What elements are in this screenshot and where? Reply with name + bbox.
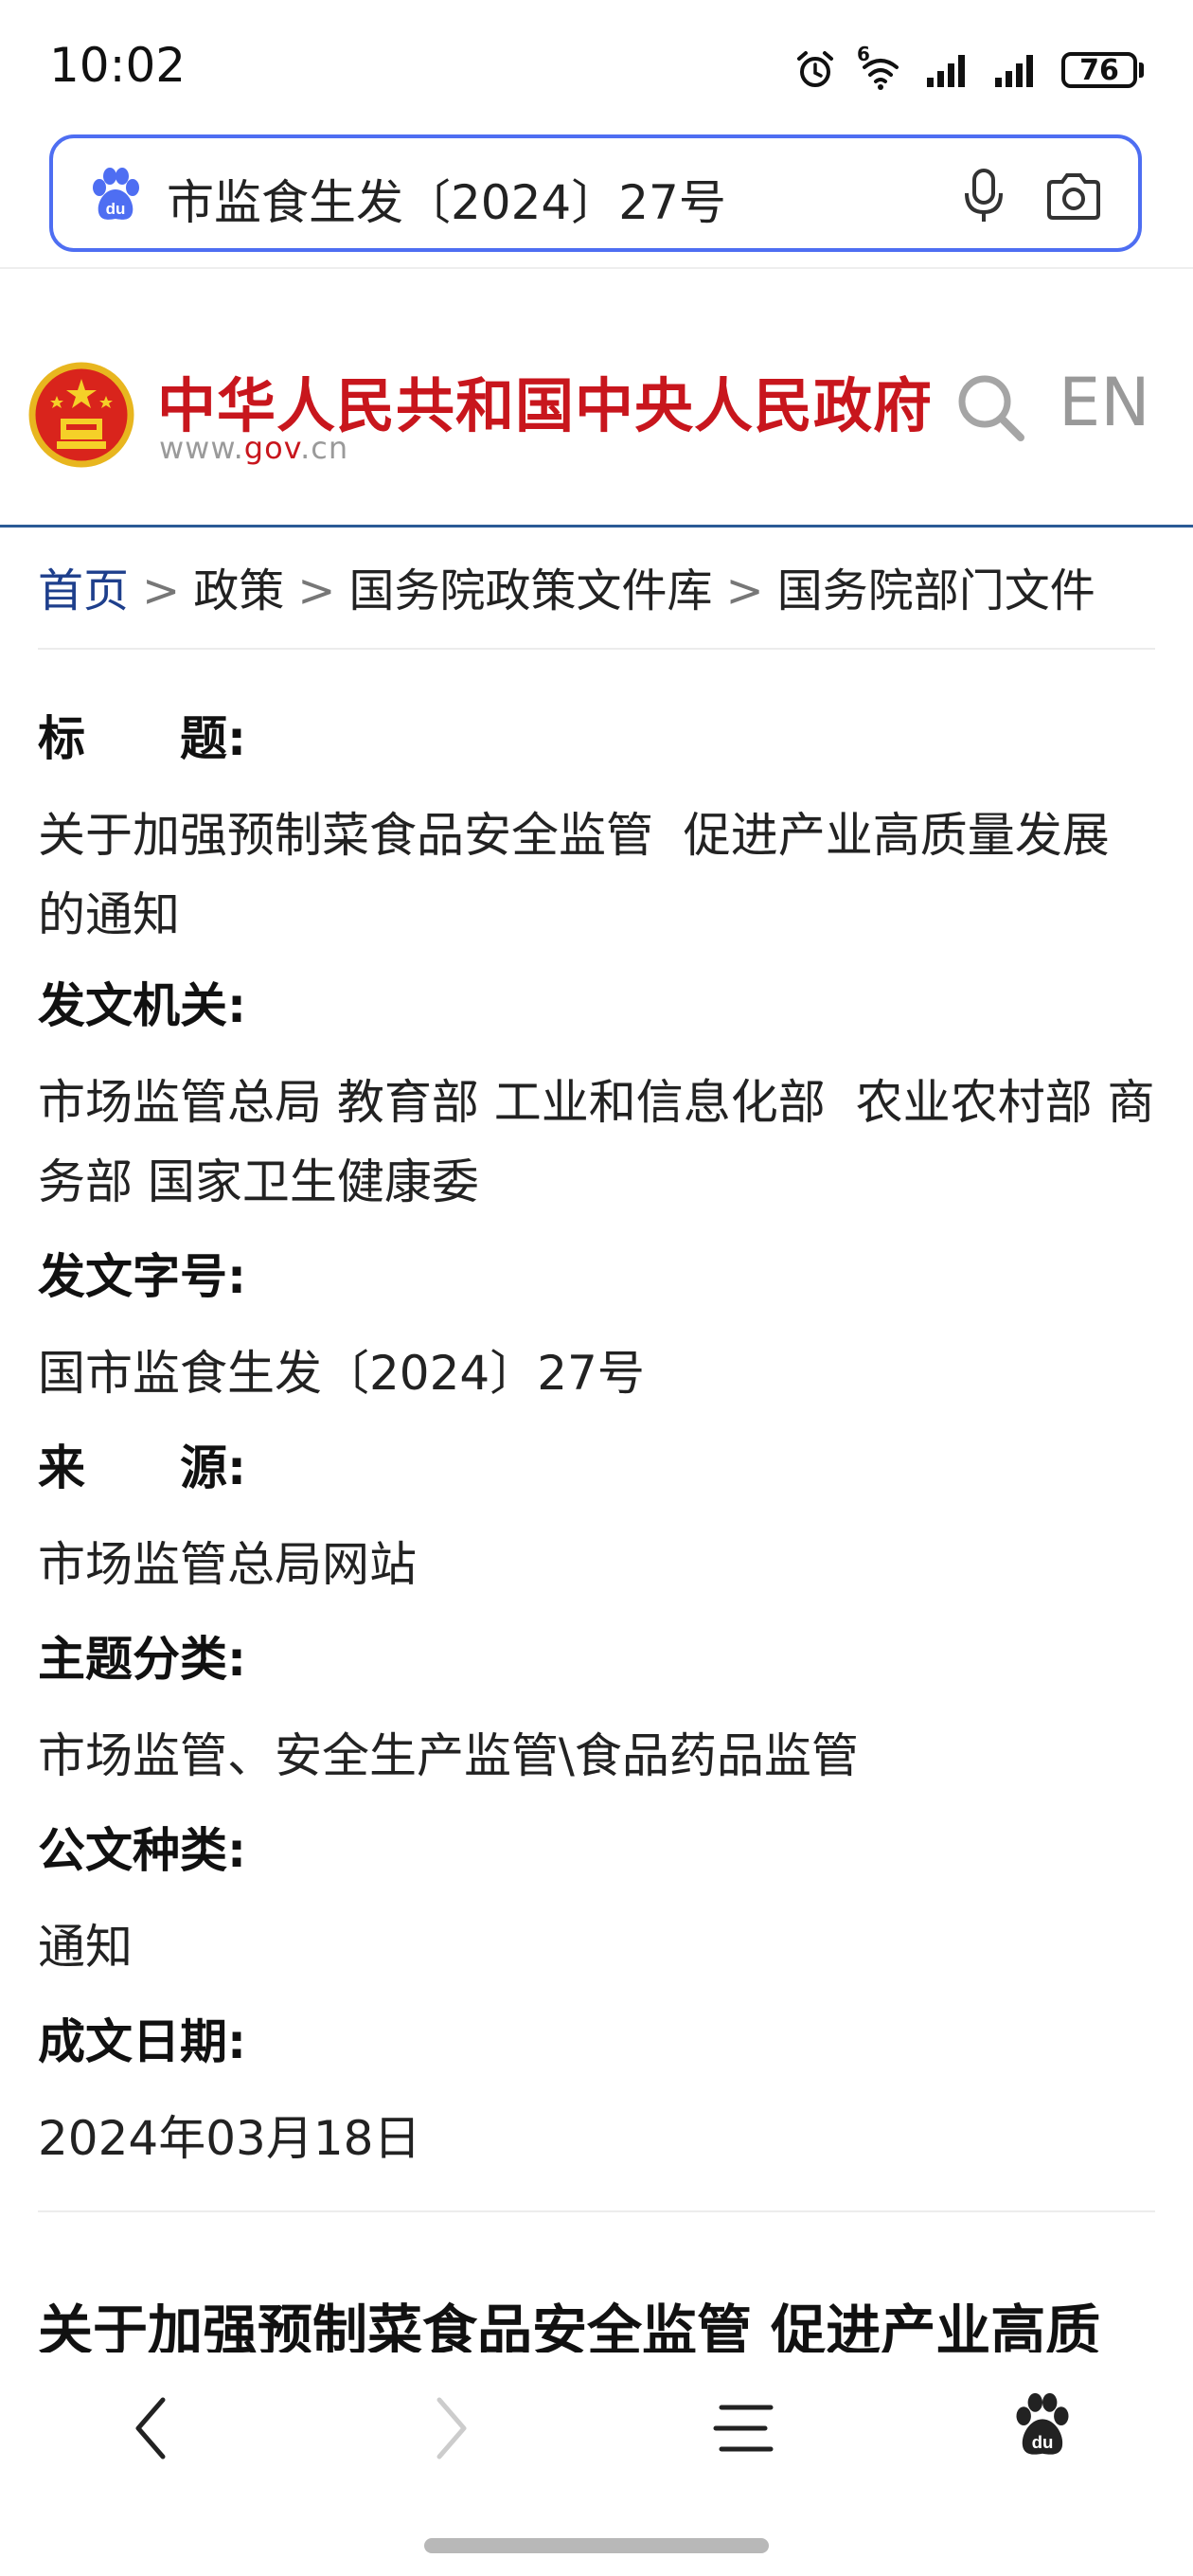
field-label-issuer: 发文机关: — [38, 978, 246, 1033]
home-indicator[interactable] — [424, 2538, 769, 2553]
status-bar: 10:02 6 76 — [0, 0, 1193, 123]
national-emblem-icon[interactable] — [28, 362, 134, 470]
microphone-icon[interactable] — [960, 167, 1007, 225]
breadcrumb-separator: > — [725, 564, 764, 617]
camera-icon[interactable] — [1045, 167, 1102, 224]
baidu-paw-icon: du — [93, 168, 139, 220]
battery-level: 76 — [1061, 52, 1137, 88]
field-value-source: 市场监管总局网站 — [38, 1537, 417, 1592]
search-input[interactable]: 市监食生发〔2024〕27号 — [167, 165, 726, 233]
breadcrumb-policy-library[interactable]: 国务院政策文件库 — [348, 564, 712, 617]
field-label-source: 来 源: — [38, 1440, 246, 1495]
header-divider — [0, 525, 1193, 528]
svg-text:du: du — [106, 200, 126, 218]
signal-icon-1 — [927, 55, 965, 87]
status-time: 10:02 — [49, 38, 187, 93]
back-icon[interactable] — [123, 2390, 180, 2466]
svg-text:du: du — [1032, 2432, 1054, 2452]
breadcrumb-separator: > — [297, 564, 336, 617]
field-value-category: 市场监管、安全生产监管\食品药品监管 — [38, 1728, 859, 1783]
network-generation: 6 — [857, 43, 870, 65]
breadcrumb-department-docs[interactable]: 国务院部门文件 — [777, 564, 1095, 617]
field-value-doc-number: 国市监食生发〔2024〕27号 — [38, 1346, 645, 1401]
field-value-issuer: 市场监管总局 教育部 工业和信息化部 农业农村部 商务部 国家卫生健康委 — [38, 1075, 1155, 1209]
forward-icon[interactable] — [422, 2390, 479, 2466]
site-url: www.gov.cn — [159, 430, 349, 466]
divider — [38, 2210, 1155, 2212]
signal-icon-2 — [995, 55, 1033, 87]
breadcrumb-home[interactable]: 首页 — [38, 564, 129, 617]
battery-icon: 76 — [1061, 52, 1144, 88]
field-label-date: 成文日期: — [38, 2014, 246, 2069]
baidu-home-icon[interactable]: du — [1011, 2390, 1074, 2460]
field-value-doc-type: 通知 — [38, 1920, 133, 1975]
breadcrumb-policy[interactable]: 政策 — [193, 564, 284, 617]
field-label-category: 主题分类: — [38, 1632, 246, 1687]
field-value-date: 2024年03月18日 — [38, 2111, 421, 2166]
breadcrumb-separator: > — [142, 564, 181, 617]
breadcrumb: 首页 > 政策 > 国务院政策文件库 > 国务院部门文件 — [38, 553, 1095, 619]
wifi-indicator: 6 — [857, 43, 904, 92]
menu-icon[interactable] — [712, 2390, 778, 2466]
divider — [0, 267, 1193, 269]
field-label-doc-number: 发文字号: — [38, 1249, 246, 1304]
language-toggle[interactable]: EN — [1059, 364, 1150, 441]
field-label-doc-type: 公文种类: — [38, 1823, 246, 1878]
field-label-title: 标 题: — [38, 711, 246, 766]
search-bar[interactable]: du 市监食生发〔2024〕27号 — [49, 134, 1142, 252]
divider — [38, 648, 1155, 650]
status-icons: 6 76 — [794, 42, 1144, 98]
search-icon[interactable] — [954, 371, 1026, 443]
alarm-icon — [797, 51, 833, 87]
field-value-title: 关于加强预制菜食品安全监管 促进产业高质量发展的通知 — [38, 808, 1110, 942]
